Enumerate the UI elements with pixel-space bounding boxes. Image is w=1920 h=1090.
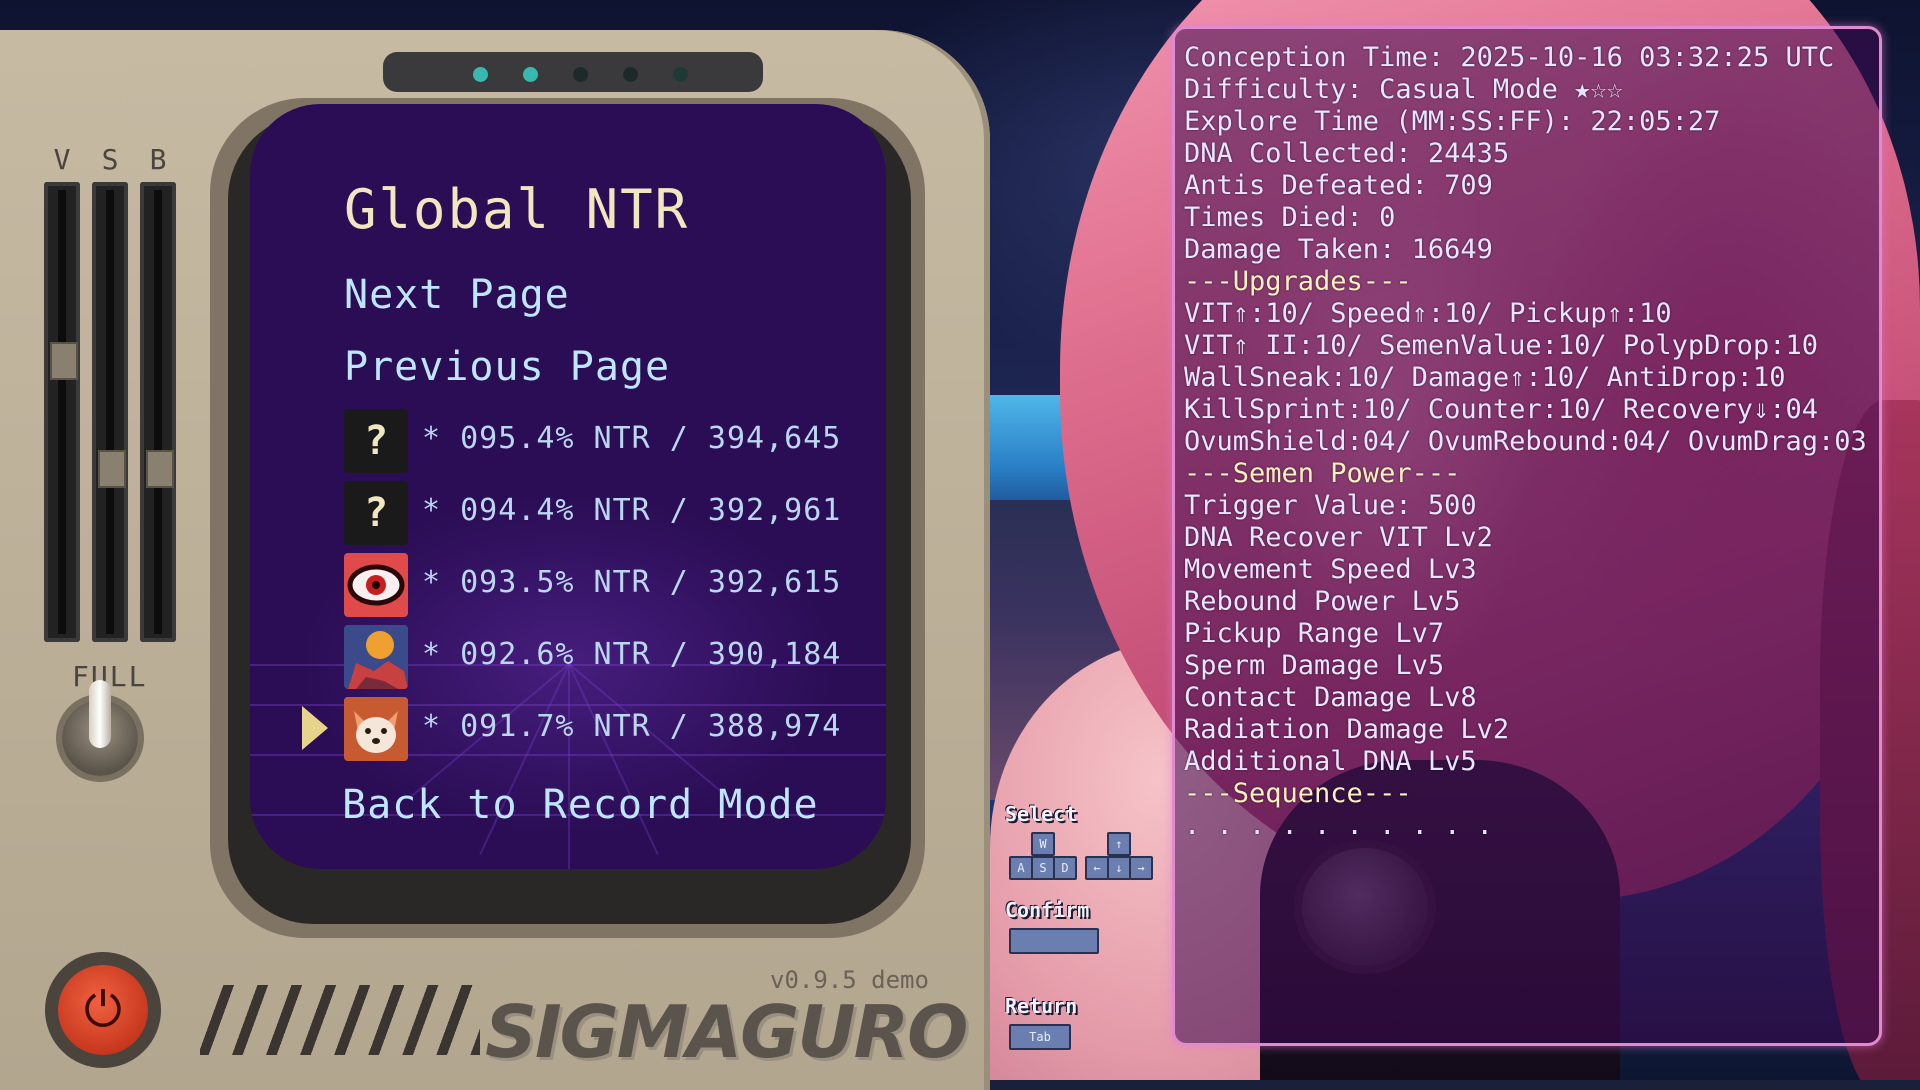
previous-page-button[interactable]: Previous Page [344, 344, 670, 390]
upgrade-line: WallSneak:10/ Damage⇑:10/ AntiDrop:10 [1184, 362, 1786, 393]
led-3 [573, 67, 588, 82]
stat-times-died: Times Died: 0 [1184, 202, 1396, 233]
led-4 [623, 67, 638, 82]
key-s: S [1031, 856, 1055, 880]
upgrades-header: ---Upgrades--- [1184, 266, 1412, 297]
upgrade-line: OvumShield:04/ OvumRebound:04/ OvumDrag:… [1184, 426, 1867, 457]
slider-slot [154, 190, 162, 634]
slider-slot [58, 190, 66, 634]
record-entry-selected[interactable]: * 091.7% NTR / 388,974 [422, 709, 841, 744]
power-line: Contact Damage Lv8 [1184, 682, 1477, 713]
key-w: W [1031, 832, 1055, 856]
slider-label-s: S [101, 143, 119, 176]
led-5 [673, 67, 688, 82]
back-to-record-mode-button[interactable]: Back to Record Mode [342, 782, 819, 828]
bgm-slider[interactable] [140, 182, 176, 642]
arrow-right-key: → [1129, 856, 1153, 880]
planet-icon [344, 625, 408, 689]
record-entry[interactable]: * 095.4% NTR / 394,645 [422, 421, 841, 456]
power-line: Movement Speed Lv3 [1184, 554, 1477, 585]
game-logo: SIGMAGURO [485, 990, 968, 1074]
power-line: Pickup Range Lv7 [1184, 618, 1445, 649]
power-icon: ⏻ [84, 982, 122, 1038]
led-2 [523, 67, 538, 82]
page-title: Global NTR [344, 178, 690, 241]
arrow-left-key: ← [1085, 856, 1109, 880]
next-page-button[interactable]: Next Page [344, 272, 570, 318]
tab-key: Tab [1009, 1024, 1071, 1050]
slider-slot [106, 190, 114, 634]
spacebar-key [1009, 928, 1099, 954]
fox-icon [344, 697, 408, 761]
arrow-down-key: ↓ [1107, 856, 1131, 880]
led-1 [473, 67, 488, 82]
record-thumbnail-unknown-icon: ? [344, 409, 408, 473]
record-entry[interactable]: * 092.6% NTR / 390,184 [422, 637, 841, 672]
power-button[interactable]: ⏻ [58, 965, 148, 1055]
sequence-header: ---Sequence--- [1184, 778, 1412, 809]
semen-power-header: ---Semen Power--- [1184, 458, 1461, 489]
stat-difficulty: Difficulty: Casual Mode ★☆☆ [1184, 74, 1623, 105]
led-strip [383, 52, 763, 92]
power-line: Rebound Power Lv5 [1184, 586, 1461, 617]
key-a: A [1009, 856, 1033, 880]
stat-explore-time: Explore Time (MM:SS:FF): 22:05:27 [1184, 106, 1721, 137]
power-line: Additional DNA Lv5 [1184, 746, 1477, 777]
return-hint-label: Return [1005, 994, 1078, 1018]
power-line: Trigger Value: 500 [1184, 490, 1477, 521]
volume-slider-knob[interactable] [50, 342, 78, 380]
eye-monster-icon [344, 553, 408, 617]
upgrade-line: VIT⇑:10/ Speed⇑:10/ Pickup⇑:10 [1184, 298, 1672, 329]
record-entry[interactable]: * 093.5% NTR / 392,615 [422, 565, 841, 600]
confirm-hint-label: Confirm [1005, 898, 1090, 922]
decorative-stripes [200, 985, 480, 1055]
stat-conception-time: Conception Time: 2025-10-16 03:32:25 UTC [1184, 42, 1835, 73]
volume-slider[interactable] [44, 182, 80, 642]
upgrade-line: KillSprint:10/ Counter:10/ Recovery⇓:04 [1184, 394, 1818, 425]
bgm-slider-knob[interactable] [146, 450, 174, 488]
stat-damage-taken: Damage Taken: 16649 [1184, 234, 1493, 265]
slider-label-v: V [53, 143, 71, 176]
sfx-slider[interactable] [92, 182, 128, 642]
power-line: Sperm Damage Lv5 [1184, 650, 1445, 681]
upgrade-line: VIT⇑ II:10/ SemenValue:10/ PolypDrop:10 [1184, 330, 1818, 361]
record-thumbnail-unknown-icon: ? [344, 481, 408, 545]
power-line: Radiation Damage Lv2 [1184, 714, 1510, 745]
stat-antis-defeated: Antis Defeated: 709 [1184, 170, 1493, 201]
stat-dna-collected: DNA Collected: 24435 [1184, 138, 1510, 169]
fullscreen-toggle[interactable] [89, 680, 111, 748]
arrow-up-key: ↑ [1107, 832, 1131, 856]
sequence-dots: . . . . . . . . . . [1184, 810, 1493, 841]
slider-label-b: B [149, 143, 167, 176]
select-hint-label: Select [1005, 802, 1078, 826]
power-line: DNA Recover VIT Lv2 [1184, 522, 1493, 553]
grid-line [568, 664, 570, 869]
selection-cursor-icon [302, 706, 328, 750]
record-entry[interactable]: * 094.4% NTR / 392,961 [422, 493, 841, 528]
key-d: D [1053, 856, 1077, 880]
sfx-slider-knob[interactable] [98, 450, 126, 488]
